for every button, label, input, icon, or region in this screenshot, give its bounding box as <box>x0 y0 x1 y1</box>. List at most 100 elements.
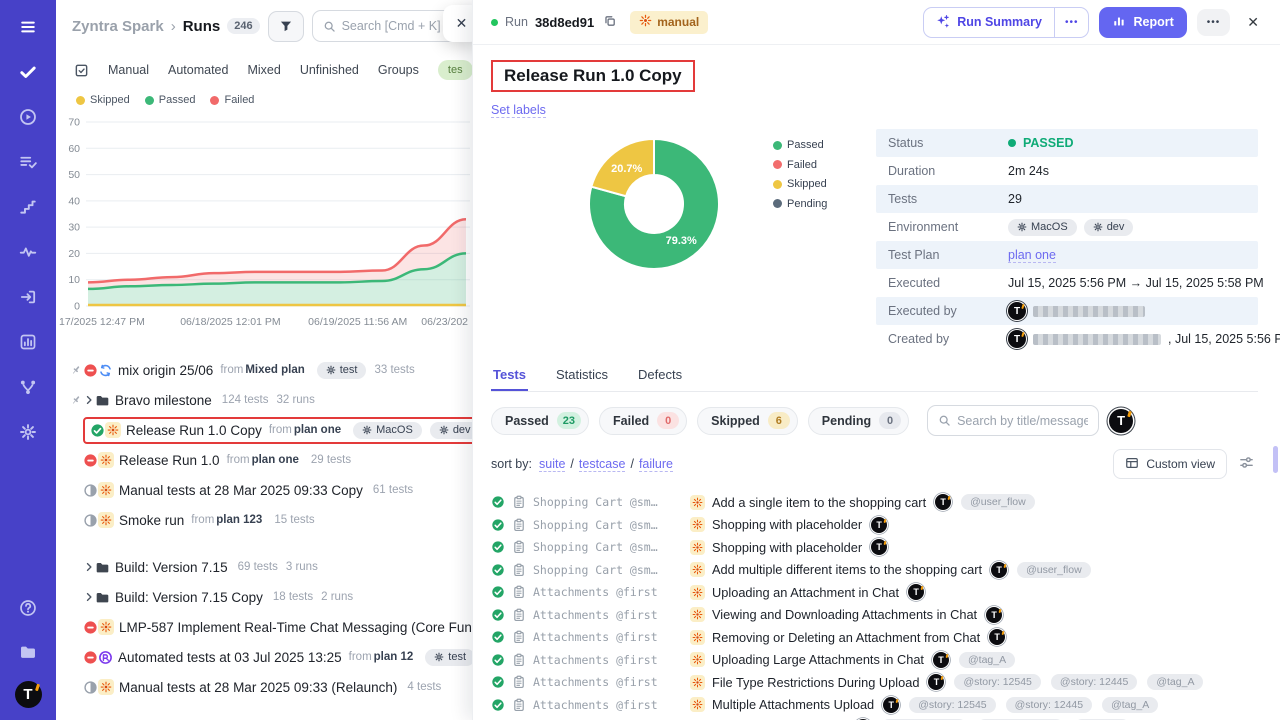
rail-analytics-button[interactable] <box>13 327 43 357</box>
gear-icon <box>362 425 372 435</box>
tab-tests[interactable]: Tests <box>491 367 528 391</box>
test-row[interactable]: Attachments @firstRemoving or Deleting a… <box>491 626 1258 649</box>
env-badge: dev <box>1084 219 1134 236</box>
test-row[interactable]: Attachments @firstMultiple Attachments U… <box>491 694 1258 717</box>
run-tests-count: 4 tests <box>407 681 441 693</box>
view-settings-button[interactable] <box>1239 455 1254 473</box>
sort-by-suite[interactable]: suite <box>539 457 565 472</box>
tab-defects[interactable]: Defects <box>636 367 684 391</box>
rail-bottom-group: T <box>13 593 43 708</box>
run-row[interactable]: Release Run 1.0 Copyfromplan oneMacOSdev… <box>68 415 472 445</box>
run-runs-count: 32 runs <box>276 394 314 406</box>
filter-passed-button[interactable]: Passed23 <box>491 407 589 435</box>
test-row[interactable]: Shopping Cart @sm…Add a single item to t… <box>491 491 1258 514</box>
clipboard-icon <box>512 585 526 599</box>
run-plan-link[interactable]: plan 12 <box>374 651 414 663</box>
manual-spark-icon <box>690 675 705 690</box>
runs-tab-mixed[interactable]: Mixed <box>247 63 280 77</box>
close-panel-button[interactable]: ✕ <box>443 5 472 42</box>
test-row[interactable]: Attachments @firstUploading an Attachmen… <box>491 581 1258 604</box>
manual-spark-icon <box>690 540 705 555</box>
spark-icon <box>692 497 703 508</box>
folder-icon <box>95 393 110 408</box>
run-plan-link[interactable]: Mixed plan <box>245 364 304 376</box>
svg-text:70: 70 <box>68 117 80 129</box>
run-summary-more-button[interactable]: ••• <box>1054 8 1089 37</box>
run-row[interactable]: Manual tests at 28 Mar 2025 09:33 (Relau… <box>68 672 472 702</box>
close-detail-button[interactable]: ✕ <box>1240 10 1266 35</box>
filter-button[interactable] <box>268 11 304 42</box>
test-row[interactable]: Attachments @firstUploading Large Attach… <box>491 649 1258 672</box>
run-row[interactable]: Bravo milestone124 tests32 runs <box>68 385 472 415</box>
clipboard-icon <box>512 540 526 554</box>
sort-by-testcase[interactable]: testcase <box>579 457 626 472</box>
rail-activity-button[interactable] <box>13 237 43 267</box>
breadcrumb-project[interactable]: Zyntra Spark <box>72 18 164 35</box>
run-row[interactable]: Build: Version 7.1569 tests3 runs <box>68 552 472 582</box>
run-overview: 79.3%20.7% PassedFailedSkippedPending St… <box>491 129 1258 353</box>
legend-dot <box>145 96 154 105</box>
filter-skipped-button[interactable]: Skipped6 <box>697 407 798 435</box>
legend-label: Passed <box>159 94 196 106</box>
test-row[interactable]: Shopping Cart @sm…Shopping with placehol… <box>491 514 1258 537</box>
svg-text:10: 10 <box>68 274 80 286</box>
breadcrumb-section[interactable]: Runs <box>183 18 221 35</box>
test-row[interactable]: Attachments @firstFile Type Restrictions… <box>491 671 1258 694</box>
rail-play-circle-button[interactable] <box>13 102 43 132</box>
custom-view-button[interactable]: Custom view <box>1113 449 1227 479</box>
run-row[interactable]: Smoke runfromplan 12315 tests <box>68 505 472 535</box>
svg-text:40: 40 <box>68 195 80 207</box>
run-row[interactable]: Build: Version 7.15 Copy18 tests2 runs <box>68 582 472 612</box>
runs-tag-filter[interactable]: tes <box>438 60 472 80</box>
report-button[interactable]: Report <box>1099 7 1186 38</box>
copy-run-id-button[interactable] <box>601 12 619 33</box>
rail-check-button[interactable] <box>13 57 43 87</box>
rail-branch-button[interactable] <box>13 372 43 402</box>
tests-search-input[interactable] <box>957 414 1088 428</box>
test-plan-link[interactable]: plan one <box>1008 248 1056 263</box>
runs-tab-manual[interactable]: Manual <box>108 63 149 77</box>
test-row[interactable]: Attachments @firstImage Preview on Click… <box>491 716 1258 720</box>
tab-statistics[interactable]: Statistics <box>554 367 610 391</box>
scrollbar-thumb[interactable] <box>1273 446 1278 473</box>
run-plan-link[interactable]: plan one <box>294 424 341 436</box>
avatar: T <box>991 562 1007 578</box>
rail-help-button[interactable] <box>13 593 43 623</box>
rail-folder-button[interactable] <box>13 637 43 667</box>
run-row[interactable]: mix origin 25/06fromMixed plantest33 tes… <box>68 355 472 385</box>
filter-pending-button[interactable]: Pending0 <box>808 407 909 435</box>
legend-dot <box>773 141 782 150</box>
test-row[interactable]: Attachments @firstViewing and Downloadin… <box>491 604 1258 627</box>
run-row[interactable]: Manual tests at 28 Mar 2025 09:33 Copy61… <box>68 475 472 505</box>
run-row[interactable]: Release Run 1.0fromplan one29 tests <box>68 445 472 475</box>
rail-steps-button[interactable] <box>13 192 43 222</box>
rail-gear-button[interactable] <box>13 417 43 447</box>
folder-icon <box>95 560 110 575</box>
run-row[interactable]: Automated tests at 03 Jul 2025 13:25from… <box>68 642 472 672</box>
more-actions-button[interactable]: ••• <box>1197 9 1231 36</box>
avatar[interactable]: T <box>15 681 42 708</box>
runs-tab-unfinished[interactable]: Unfinished <box>300 63 359 77</box>
svg-text:20.7%: 20.7% <box>611 163 642 175</box>
rail-playlist-check-button[interactable] <box>13 147 43 177</box>
runs-tab-automated[interactable]: Automated <box>168 63 228 77</box>
test-row[interactable]: Shopping Cart @sm…Add multiple different… <box>491 559 1258 582</box>
run-plan-link[interactable]: plan 123 <box>216 514 262 526</box>
run-summary-button[interactable]: Run Summary <box>924 8 1054 37</box>
test-row[interactable]: Shopping Cart @sm…Shopping with placehol… <box>491 536 1258 559</box>
runs-search-input[interactable] <box>342 19 451 33</box>
run-plan-link[interactable]: plan one <box>252 454 299 466</box>
sort-by-failure[interactable]: failure <box>639 457 673 472</box>
rail-menu-button[interactable] <box>13 12 43 42</box>
runs-count-badge: 246 <box>227 18 259 34</box>
rail-sign-in-button[interactable] <box>13 282 43 312</box>
results-donut-chart: 79.3%20.7% <box>579 129 729 284</box>
set-labels-link[interactable]: Set labels <box>491 103 546 118</box>
run-row[interactable]: LMP-587 Implement Real-Time Chat Messagi… <box>68 612 472 642</box>
info-value: plan one <box>1008 248 1056 263</box>
avatar[interactable]: T <box>1109 409 1133 433</box>
sort-by-label: sort by: <box>491 457 532 471</box>
manual-spark-icon <box>690 495 705 510</box>
runs-tab-groups[interactable]: Groups <box>378 63 419 77</box>
filter-failed-button[interactable]: Failed0 <box>599 407 687 435</box>
